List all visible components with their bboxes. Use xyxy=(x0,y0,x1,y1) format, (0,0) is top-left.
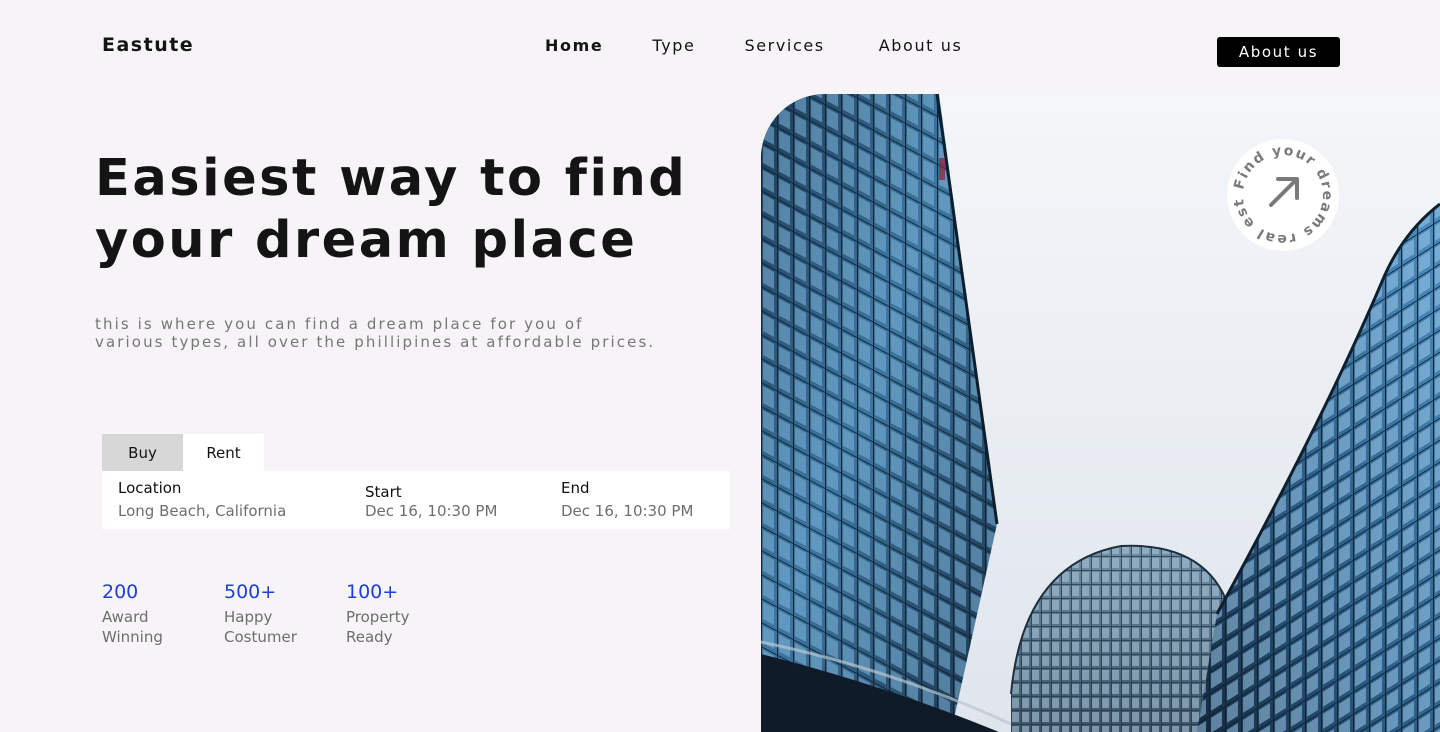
stat-label-line-1: Happy xyxy=(224,608,273,626)
stat-customers: 500+ Happy Costumer xyxy=(224,581,346,647)
tab-buy[interactable]: Buy xyxy=(102,434,183,471)
find-dreams-badge[interactable]: Find your dreams real estate xyxy=(1220,126,1340,252)
hero-subtitle: this is where you can find a dream place… xyxy=(95,315,695,351)
stat-label: Happy Costumer xyxy=(224,607,346,647)
main-nav: Home Type Services About us xyxy=(545,36,962,55)
search-panel: Location Long Beach, California Start De… xyxy=(102,471,730,529)
nav-type[interactable]: Type xyxy=(652,36,695,55)
end-value[interactable]: Dec 16, 10:30 PM xyxy=(561,502,693,520)
search-tabs: Buy Rent xyxy=(102,434,264,471)
brand-logo[interactable]: Eastute xyxy=(102,34,194,56)
start-label: Start xyxy=(365,483,402,501)
nav-home[interactable]: Home xyxy=(545,36,603,55)
location-field[interactable]: Location Long Beach, California xyxy=(118,479,286,520)
about-us-button[interactable]: About us xyxy=(1217,37,1340,67)
stat-award: 200 Award Winning xyxy=(102,581,224,647)
stat-label: Award Winning xyxy=(102,607,224,647)
stat-value: 200 xyxy=(102,581,139,603)
hero-title-line-1: Easiest way to find xyxy=(95,149,688,208)
hero-subtitle-line-2: various types, all over the phillipines … xyxy=(95,333,656,351)
start-field[interactable]: Start Dec 16, 10:30 PM xyxy=(365,483,497,520)
hero-title-line-2: your dream place xyxy=(95,211,638,270)
stat-label-line-2: Costumer xyxy=(224,628,297,646)
stat-value: 100+ xyxy=(346,581,399,603)
end-label: End xyxy=(561,479,590,497)
stat-label: Property Ready xyxy=(346,607,468,647)
stat-label-line-2: Winning xyxy=(102,628,163,646)
end-field[interactable]: End Dec 16, 10:30 PM xyxy=(561,479,693,520)
hero-title: Easiest way to find your dream place xyxy=(95,148,735,272)
stat-label-line-1: Award xyxy=(102,608,149,626)
stat-value: 500+ xyxy=(224,581,277,603)
start-value[interactable]: Dec 16, 10:30 PM xyxy=(365,502,497,520)
hero-subtitle-line-1: this is where you can find a dream place… xyxy=(95,315,584,333)
location-label: Location xyxy=(118,479,182,497)
stat-property: 100+ Property Ready xyxy=(346,581,468,647)
tab-rent[interactable]: Rent xyxy=(183,434,264,471)
nav-services[interactable]: Services xyxy=(744,36,824,55)
stat-label-line-2: Ready xyxy=(346,628,393,646)
stat-label-line-1: Property xyxy=(346,608,410,626)
location-value[interactable]: Long Beach, California xyxy=(118,502,286,520)
nav-about-us[interactable]: About us xyxy=(879,36,963,55)
stats-row: 200 Award Winning 500+ Happy Costumer 10… xyxy=(102,581,468,647)
